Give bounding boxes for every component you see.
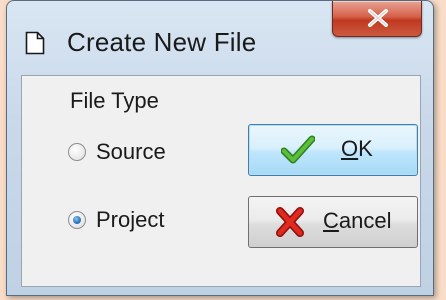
create-new-file-dialog: Create New File File Type Source Project: [6, 0, 434, 296]
close-button[interactable]: [332, 1, 422, 37]
cancel-button-label: Cancel: [323, 208, 392, 233]
ok-button[interactable]: OK: [248, 124, 418, 176]
radio-source-label: Source: [96, 139, 166, 164]
document-icon: [25, 31, 45, 55]
radio-project-label: Project: [96, 207, 165, 232]
title-bar[interactable]: Create New File: [7, 1, 433, 75]
radio-project[interactable]: Project: [68, 205, 164, 235]
dialog-body: File Type Source Project OK Cancel: [21, 75, 421, 287]
close-icon: [368, 9, 388, 27]
cancel-button[interactable]: Cancel: [248, 196, 418, 248]
radio-button-unchecked[interactable]: [68, 143, 86, 161]
ok-button-label: OK: [341, 136, 373, 161]
radio-source[interactable]: Source: [68, 137, 166, 167]
file-type-label: File Type: [70, 88, 159, 113]
dialog-title: Create New File: [67, 27, 257, 57]
x-icon: [273, 207, 307, 237]
radio-button-checked[interactable]: [68, 211, 86, 229]
checkmark-icon: [280, 135, 316, 165]
